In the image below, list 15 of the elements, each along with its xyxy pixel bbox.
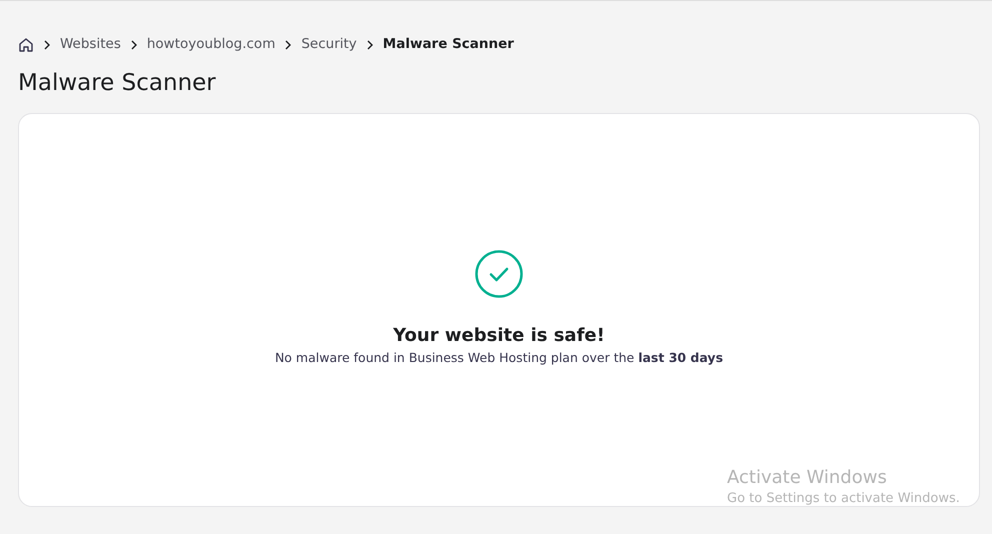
status-title: Your website is safe! [393, 324, 605, 346]
activation-message: Go to Settings to activate Windows. [727, 490, 960, 508]
chevron-right-icon [283, 40, 294, 50]
chevron-right-icon [128, 40, 139, 50]
breadcrumb-link[interactable]: howtoyoublog.com [146, 34, 276, 55]
activation-title: Activate Windows [727, 467, 888, 489]
breadcrumb-current: Malware Scanner [382, 35, 514, 54]
check-circle-icon [475, 250, 523, 298]
chevron-right-icon [42, 40, 52, 50]
breadcrumb-link[interactable]: Security [301, 34, 357, 55]
page-title: Malware Scanner [18, 70, 217, 98]
chevron-right-icon [364, 40, 375, 50]
breadcrumb-link[interactable]: Websites [60, 34, 121, 55]
status-message: No malware found in Business Web Hosting plan over the last 30 days [274, 349, 724, 368]
home-icon[interactable] [18, 36, 34, 52]
